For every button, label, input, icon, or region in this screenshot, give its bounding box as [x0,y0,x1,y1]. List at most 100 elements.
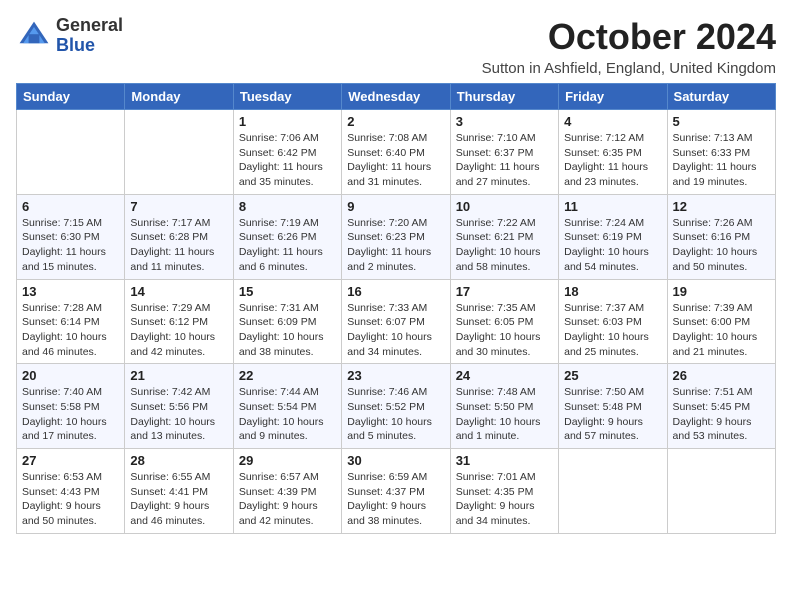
daylight-text: Daylight: 11 hours and 2 minutes. [347,246,431,273]
daylight-text: Daylight: 9 hours and 46 minutes. [130,500,209,527]
day-number: 17 [456,284,553,299]
logo-blue-text: Blue [56,36,123,56]
daylight-text: Daylight: 11 hours and 23 minutes. [564,161,648,188]
sunrise-text: Sunrise: 7:33 AM [347,302,427,314]
day-number: 12 [673,199,770,214]
sunset-text: Sunset: 4:37 PM [347,486,425,498]
sunset-text: Sunset: 5:48 PM [564,401,642,413]
sunrise-text: Sunrise: 6:53 AM [22,471,102,483]
day-info: Sunrise: 7:10 AM Sunset: 6:37 PM Dayligh… [456,131,553,190]
daylight-text: Daylight: 10 hours and 46 minutes. [22,331,107,358]
day-number: 22 [239,368,336,383]
sunset-text: Sunset: 5:45 PM [673,401,751,413]
logo-general-text: General [56,16,123,36]
day-info: Sunrise: 6:57 AM Sunset: 4:39 PM Dayligh… [239,470,336,529]
daylight-text: Daylight: 11 hours and 6 minutes. [239,246,323,273]
calendar-cell: 21 Sunrise: 7:42 AM Sunset: 5:56 PM Dayl… [125,364,233,449]
calendar-cell: 14 Sunrise: 7:29 AM Sunset: 6:12 PM Dayl… [125,279,233,364]
day-info: Sunrise: 7:13 AM Sunset: 6:33 PM Dayligh… [673,131,770,190]
sunrise-text: Sunrise: 7:01 AM [456,471,536,483]
daylight-text: Daylight: 9 hours and 57 minutes. [564,416,643,443]
day-info: Sunrise: 7:48 AM Sunset: 5:50 PM Dayligh… [456,385,553,444]
day-number: 10 [456,199,553,214]
sunset-text: Sunset: 6:09 PM [239,316,317,328]
sunrise-text: Sunrise: 7:20 AM [347,217,427,229]
day-number: 13 [22,284,119,299]
calendar-cell: 9 Sunrise: 7:20 AM Sunset: 6:23 PM Dayli… [342,194,450,279]
day-number: 15 [239,284,336,299]
day-number: 26 [673,368,770,383]
day-number: 21 [130,368,227,383]
day-info: Sunrise: 7:51 AM Sunset: 5:45 PM Dayligh… [673,385,770,444]
sunset-text: Sunset: 4:35 PM [456,486,534,498]
daylight-text: Daylight: 10 hours and 25 minutes. [564,331,649,358]
weekday-header-monday: Monday [125,84,233,110]
sunset-text: Sunset: 6:26 PM [239,231,317,243]
weekday-header-wednesday: Wednesday [342,84,450,110]
calendar-cell: 20 Sunrise: 7:40 AM Sunset: 5:58 PM Dayl… [17,364,125,449]
daylight-text: Daylight: 10 hours and 54 minutes. [564,246,649,273]
calendar-cell: 25 Sunrise: 7:50 AM Sunset: 5:48 PM Dayl… [559,364,667,449]
day-info: Sunrise: 7:19 AM Sunset: 6:26 PM Dayligh… [239,216,336,275]
sunrise-text: Sunrise: 7:42 AM [130,386,210,398]
daylight-text: Daylight: 10 hours and 34 minutes. [347,331,432,358]
sunrise-text: Sunrise: 7:44 AM [239,386,319,398]
calendar-week-5: 27 Sunrise: 6:53 AM Sunset: 4:43 PM Dayl… [17,449,776,534]
calendar-cell: 31 Sunrise: 7:01 AM Sunset: 4:35 PM Dayl… [450,449,558,534]
day-info: Sunrise: 7:37 AM Sunset: 6:03 PM Dayligh… [564,301,661,360]
calendar-cell: 30 Sunrise: 6:59 AM Sunset: 4:37 PM Dayl… [342,449,450,534]
day-number: 18 [564,284,661,299]
day-info: Sunrise: 7:33 AM Sunset: 6:07 PM Dayligh… [347,301,444,360]
day-info: Sunrise: 7:08 AM Sunset: 6:40 PM Dayligh… [347,131,444,190]
sunrise-text: Sunrise: 7:13 AM [673,132,753,144]
calendar-cell [559,449,667,534]
sunrise-text: Sunrise: 7:40 AM [22,386,102,398]
calendar-cell: 10 Sunrise: 7:22 AM Sunset: 6:21 PM Dayl… [450,194,558,279]
logo: General Blue [16,16,123,56]
sunset-text: Sunset: 6:23 PM [347,231,425,243]
weekday-header-friday: Friday [559,84,667,110]
calendar-cell: 27 Sunrise: 6:53 AM Sunset: 4:43 PM Dayl… [17,449,125,534]
sunset-text: Sunset: 4:41 PM [130,486,208,498]
sunset-text: Sunset: 6:28 PM [130,231,208,243]
sunrise-text: Sunrise: 7:06 AM [239,132,319,144]
daylight-text: Daylight: 10 hours and 50 minutes. [673,246,758,273]
sunset-text: Sunset: 6:21 PM [456,231,534,243]
sunset-text: Sunset: 6:42 PM [239,147,317,159]
sunrise-text: Sunrise: 7:12 AM [564,132,644,144]
day-info: Sunrise: 6:53 AM Sunset: 4:43 PM Dayligh… [22,470,119,529]
sunset-text: Sunset: 6:33 PM [673,147,751,159]
daylight-text: Daylight: 10 hours and 5 minutes. [347,416,432,443]
daylight-text: Daylight: 10 hours and 38 minutes. [239,331,324,358]
day-info: Sunrise: 7:31 AM Sunset: 6:09 PM Dayligh… [239,301,336,360]
sunset-text: Sunset: 6:03 PM [564,316,642,328]
day-number: 27 [22,453,119,468]
calendar-week-2: 6 Sunrise: 7:15 AM Sunset: 6:30 PM Dayli… [17,194,776,279]
daylight-text: Daylight: 11 hours and 35 minutes. [239,161,323,188]
sunrise-text: Sunrise: 7:46 AM [347,386,427,398]
sunset-text: Sunset: 6:05 PM [456,316,534,328]
day-info: Sunrise: 7:06 AM Sunset: 6:42 PM Dayligh… [239,131,336,190]
calendar-cell: 26 Sunrise: 7:51 AM Sunset: 5:45 PM Dayl… [667,364,775,449]
sunset-text: Sunset: 5:58 PM [22,401,100,413]
calendar-cell [125,110,233,195]
calendar-cell: 3 Sunrise: 7:10 AM Sunset: 6:37 PM Dayli… [450,110,558,195]
sunrise-text: Sunrise: 6:57 AM [239,471,319,483]
logo-icon [16,18,52,54]
day-info: Sunrise: 7:35 AM Sunset: 6:05 PM Dayligh… [456,301,553,360]
sunrise-text: Sunrise: 7:31 AM [239,302,319,314]
sunrise-text: Sunrise: 7:17 AM [130,217,210,229]
daylight-text: Daylight: 10 hours and 9 minutes. [239,416,324,443]
weekday-header-thursday: Thursday [450,84,558,110]
calendar-cell: 17 Sunrise: 7:35 AM Sunset: 6:05 PM Dayl… [450,279,558,364]
calendar-cell: 11 Sunrise: 7:24 AM Sunset: 6:19 PM Dayl… [559,194,667,279]
day-info: Sunrise: 7:17 AM Sunset: 6:28 PM Dayligh… [130,216,227,275]
sunrise-text: Sunrise: 7:29 AM [130,302,210,314]
sunrise-text: Sunrise: 7:35 AM [456,302,536,314]
calendar-cell: 28 Sunrise: 6:55 AM Sunset: 4:41 PM Dayl… [125,449,233,534]
sunrise-text: Sunrise: 7:39 AM [673,302,753,314]
weekday-header-tuesday: Tuesday [233,84,341,110]
day-number: 4 [564,114,661,129]
weekday-header-saturday: Saturday [667,84,775,110]
calendar-cell: 6 Sunrise: 7:15 AM Sunset: 6:30 PM Dayli… [17,194,125,279]
